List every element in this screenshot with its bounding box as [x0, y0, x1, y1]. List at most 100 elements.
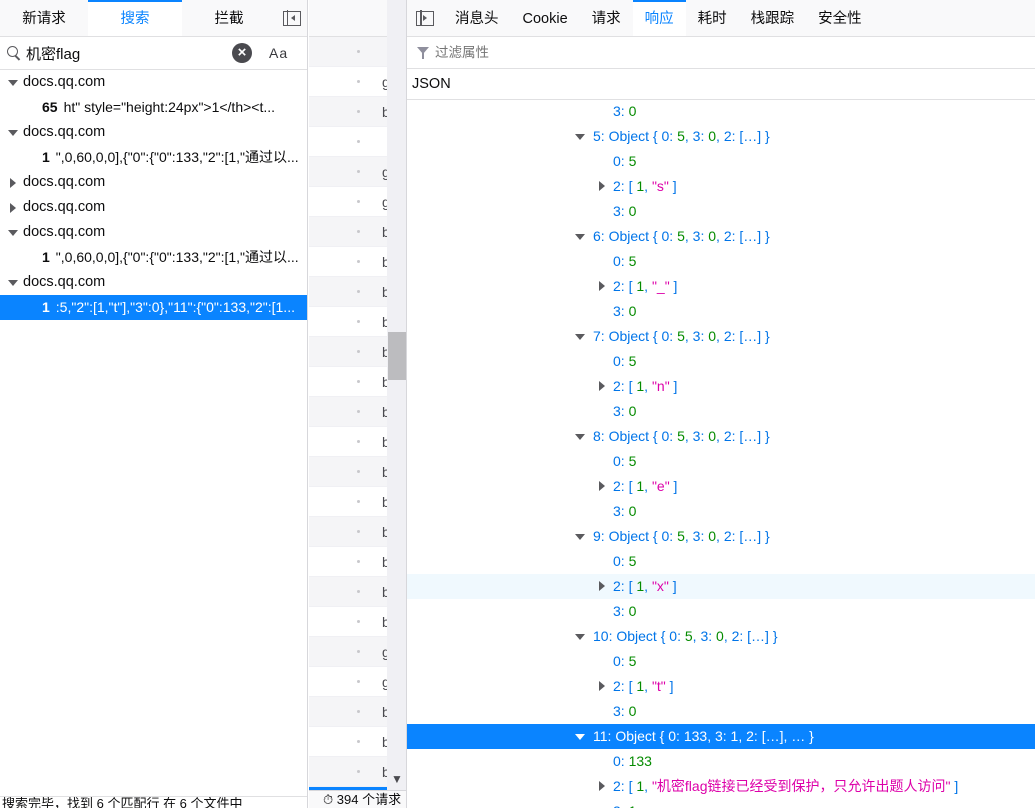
json-summary-token: 5 [677, 228, 685, 244]
json-object-row[interactable]: 11: Object { 0: 133, 3: 1, 2: […], … } [407, 724, 1035, 749]
json-property-row[interactable]: 3: 0 [407, 699, 1035, 724]
collapse-sidebar-button[interactable] [276, 0, 307, 36]
collapsed-arrow-icon[interactable] [597, 679, 609, 693]
json-section-header[interactable]: JSON [407, 69, 1035, 100]
json-summary-token: 0: [668, 728, 684, 744]
json-object-row[interactable]: 2: [ 1, "e" ] [407, 474, 1035, 499]
expanded-arrow-icon[interactable] [575, 429, 587, 443]
json-object-row[interactable]: 2: [ 1, "_" ] [407, 274, 1035, 299]
collapsed-arrow-icon[interactable] [597, 579, 609, 593]
json-property-row[interactable]: 3: 0 [407, 199, 1035, 224]
result-file-row[interactable]: docs.qq.com [0, 270, 307, 295]
json-summary-token: 1 [636, 378, 645, 394]
clear-search-icon[interactable]: × [232, 43, 252, 63]
row-dot [357, 740, 360, 743]
json-object-row[interactable]: 5: Object { 0: 5, 3: 0, 2: […] } [407, 124, 1035, 149]
request-list-scrollbar[interactable] [387, 0, 406, 808]
match-line-number: 1 [42, 249, 50, 265]
row-dot [357, 680, 360, 683]
expanded-arrow-icon[interactable] [575, 629, 587, 643]
json-object-row[interactable]: 2: [ 1, "s" ] [407, 174, 1035, 199]
row-dot [357, 110, 360, 113]
json-summary-token: 0: [661, 328, 678, 344]
json-object-row[interactable]: 2: [ 1, "t" ] [407, 674, 1035, 699]
scrollbar-thumb[interactable] [388, 332, 406, 380]
result-file-row[interactable]: docs.qq.com [0, 70, 307, 95]
tab-security[interactable]: 安全性 [806, 0, 874, 36]
expanded-arrow-icon[interactable] [7, 276, 21, 290]
json-property-row[interactable]: 0: 133 [407, 749, 1035, 774]
json-property-row[interactable]: 3: 0 [407, 499, 1035, 524]
json-colon: : [600, 128, 609, 144]
json-property-row[interactable]: 0: 5 [407, 349, 1035, 374]
toggle-panel-button[interactable] [407, 0, 443, 36]
tab-search[interactable]: 搜索 [88, 0, 182, 36]
json-object-row[interactable]: 10: Object { 0: 5, 3: 0, 2: […] } [407, 624, 1035, 649]
json-object-row[interactable]: 8: Object { 0: 5, 3: 0, 2: […] } [407, 424, 1035, 449]
expanded-arrow-icon[interactable] [575, 729, 587, 743]
json-summary-token: 3: [692, 428, 709, 444]
result-file-row[interactable]: docs.qq.com [0, 170, 307, 195]
json-summary-token: , [684, 528, 693, 544]
collapsed-arrow-icon[interactable] [597, 179, 609, 193]
tab-stack-trace[interactable]: 栈跟踪 [739, 0, 807, 36]
json-object-row[interactable]: 6: Object { 0: 5, 3: 0, 2: […] } [407, 224, 1035, 249]
tab-blocking[interactable]: 拦截 [182, 0, 276, 36]
expanded-arrow-icon[interactable] [575, 529, 587, 543]
expanded-arrow-icon[interactable] [7, 126, 21, 140]
collapsed-arrow-icon[interactable] [7, 201, 21, 215]
collapsed-arrow-icon[interactable] [597, 279, 609, 293]
json-property-row[interactable]: 3: 1 [407, 799, 1035, 808]
json-summary-token: ] [669, 278, 678, 294]
expanded-arrow-icon[interactable] [575, 229, 587, 243]
collapsed-arrow-icon[interactable] [7, 176, 21, 190]
case-sensitive-toggle[interactable]: Aa [269, 45, 288, 61]
json-object-row[interactable]: 9: Object { 0: 5, 3: 0, 2: […] } [407, 524, 1035, 549]
json-property-row[interactable]: 3: 0 [407, 299, 1035, 324]
result-match-line[interactable]: 65 ht" style="height:24px">1</th><t... [0, 95, 307, 120]
json-row-content: 9: Object { 0: 5, 3: 0, 2: […] } [593, 524, 770, 549]
tab-response[interactable]: 响应 [632, 0, 686, 36]
json-summary-token: […] } [739, 128, 770, 144]
tab-request[interactable]: 请求 [580, 0, 633, 36]
json-object-row[interactable]: 2: [ 1, "x" ] [407, 574, 1035, 599]
json-object-row[interactable]: 7: Object { 0: 5, 3: 0, 2: […] } [407, 324, 1035, 349]
collapsed-arrow-icon[interactable] [597, 779, 609, 793]
json-object-row[interactable]: 2: [ 1, "机密flag链接已经受到保护，只允许出题人访问" ] [407, 774, 1035, 799]
json-summary-token: Object { [608, 128, 662, 144]
json-property-row[interactable]: 3: 0 [407, 99, 1035, 124]
json-property-row[interactable]: 0: 5 [407, 249, 1035, 274]
expanded-arrow-icon[interactable] [575, 329, 587, 343]
json-summary-token: 0: [661, 128, 678, 144]
collapsed-arrow-icon[interactable] [597, 379, 609, 393]
json-property-row[interactable]: 0: 5 [407, 449, 1035, 474]
expanded-arrow-icon[interactable] [7, 76, 21, 90]
result-match-line[interactable]: 1 ",0,60,0,0],{"0":{"0":133,"2":[1,"通过以..… [0, 245, 307, 270]
json-property-row[interactable]: 3: 0 [407, 399, 1035, 424]
collapsed-arrow-icon[interactable] [597, 479, 609, 493]
search-input[interactable] [26, 44, 224, 62]
tab-timings[interactable]: 耗时 [686, 0, 739, 36]
json-key: 3 [613, 603, 621, 619]
json-property-row[interactable]: 0: 5 [407, 649, 1035, 674]
json-property-row[interactable]: 3: 0 [407, 599, 1035, 624]
expanded-arrow-icon[interactable] [7, 226, 21, 240]
json-row-content: 0: 5 [613, 649, 636, 674]
result-match-line[interactable]: 1 ",0,60,0,0],{"0":{"0":133,"2":[1,"通过以..… [0, 145, 307, 170]
json-key: 0 [613, 753, 621, 769]
scroll-down-icon[interactable]: ▼ [391, 772, 403, 786]
tab-cookie[interactable]: Cookie [511, 0, 580, 36]
result-match-line[interactable]: 1:5,"2":[1,"t"],"3":0},"11":{"0":133,"2"… [0, 295, 307, 320]
filter-properties-input[interactable] [435, 45, 735, 60]
result-file-row[interactable]: docs.qq.com [0, 195, 307, 220]
result-file-row[interactable]: docs.qq.com [0, 120, 307, 145]
json-property-row[interactable]: 0: 5 [407, 149, 1035, 174]
json-object-row[interactable]: 2: [ 1, "n" ] [407, 374, 1035, 399]
tab-headers[interactable]: 消息头 [443, 0, 511, 36]
json-property-row[interactable]: 0: 5 [407, 549, 1035, 574]
tab-new-request[interactable]: 新请求 [0, 0, 88, 36]
json-row-content: 3: 0 [613, 699, 636, 724]
row-dot [357, 650, 360, 653]
result-file-row[interactable]: docs.qq.com [0, 220, 307, 245]
expanded-arrow-icon[interactable] [575, 129, 587, 143]
